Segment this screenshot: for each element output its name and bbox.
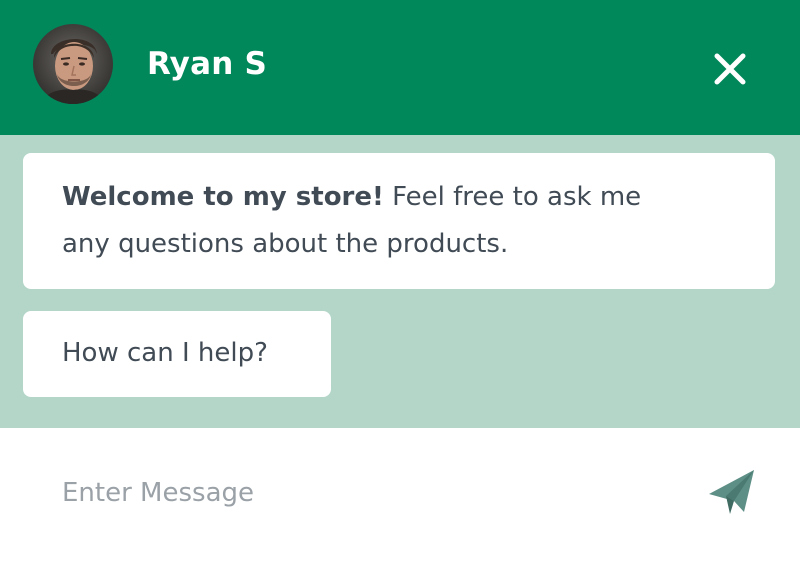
message-text: Feel free to ask me <box>392 182 642 212</box>
message-line: Welcome to my store! Feel free to ask me <box>62 174 755 221</box>
message-list: Welcome to my store! Feel free to ask me… <box>0 135 800 428</box>
message-bubble: How can I help? <box>23 311 331 397</box>
close-button[interactable] <box>706 45 754 93</box>
chat-widget: Ryan S Welcome to my store! Feel free to… <box>0 0 800 563</box>
message-line: any questions about the products. <box>62 229 509 259</box>
message-input[interactable] <box>40 468 662 518</box>
close-icon <box>714 53 746 85</box>
send-paper-plane-icon <box>709 470 754 514</box>
agent-avatar <box>33 24 113 104</box>
chat-header: Ryan S <box>0 0 800 135</box>
message-bubble: Welcome to my store! Feel free to ask me… <box>23 153 775 289</box>
message-composer <box>0 428 800 563</box>
send-button[interactable] <box>704 466 760 522</box>
message-bold-text: Welcome to my store! <box>62 182 384 212</box>
agent-name: Ryan S <box>147 46 267 82</box>
